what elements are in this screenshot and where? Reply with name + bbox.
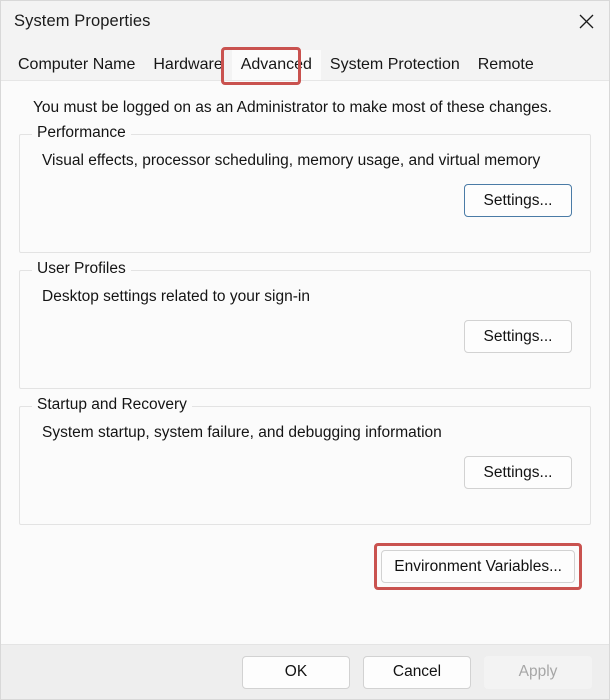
user-profiles-group: User Profiles Desktop settings related t… xyxy=(19,260,591,389)
dialog-footer: OK Cancel Apply xyxy=(1,644,609,699)
close-button[interactable] xyxy=(563,1,609,42)
tab-content-advanced: You must be logged on as an Administrato… xyxy=(1,80,609,644)
tab-strip: Computer Name Hardware Advanced System P… xyxy=(1,42,609,80)
tab-computer-name[interactable]: Computer Name xyxy=(9,50,145,80)
environment-variables-button[interactable]: Environment Variables... xyxy=(381,550,575,583)
tab-label: System Protection xyxy=(329,56,460,73)
performance-settings-button[interactable]: Settings... xyxy=(464,184,572,217)
tab-hardware[interactable]: Hardware xyxy=(144,50,232,80)
startup-and-recovery-actions: Settings... xyxy=(20,442,590,505)
environment-variables-wrapper: Environment Variables... xyxy=(374,543,582,590)
tab-label: Advanced xyxy=(240,56,312,73)
startup-and-recovery-group: Startup and Recovery System startup, sys… xyxy=(19,396,591,525)
user-profiles-actions: Settings... xyxy=(20,306,590,369)
cancel-button[interactable]: Cancel xyxy=(363,655,471,689)
user-profiles-settings-button[interactable]: Settings... xyxy=(464,320,572,353)
window-title: System Properties xyxy=(14,12,151,30)
tab-label: Remote xyxy=(477,56,534,73)
performance-actions: Settings... xyxy=(20,170,590,233)
performance-group: Performance Visual effects, processor sc… xyxy=(19,124,591,253)
administrator-notice: You must be logged on as an Administrato… xyxy=(33,99,552,116)
startup-and-recovery-settings-button[interactable]: Settings... xyxy=(464,456,572,489)
startup-and-recovery-group-legend: Startup and Recovery xyxy=(32,396,192,414)
tab-advanced[interactable]: Advanced xyxy=(231,50,321,80)
system-properties-dialog: System Properties Computer Name Hardware… xyxy=(0,0,610,700)
tab-label: Computer Name xyxy=(18,56,136,73)
tab-label: Hardware xyxy=(153,56,223,73)
tab-system-protection[interactable]: System Protection xyxy=(320,50,469,80)
close-icon xyxy=(579,14,594,29)
performance-group-legend: Performance xyxy=(32,124,131,142)
apply-button: Apply xyxy=(484,655,592,689)
environment-variables-row: Environment Variables... xyxy=(19,525,591,590)
title-bar: System Properties xyxy=(1,1,609,42)
tab-remote[interactable]: Remote xyxy=(468,50,543,80)
ok-button[interactable]: OK xyxy=(242,655,350,689)
user-profiles-group-legend: User Profiles xyxy=(32,260,131,278)
